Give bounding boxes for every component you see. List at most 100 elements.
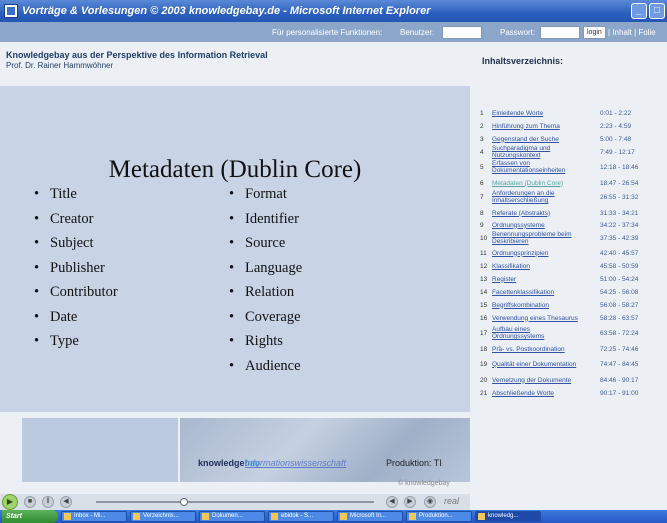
toc-item-number: 1	[480, 109, 484, 117]
lecture-title: Knowledgebay aus der Perspektive des Inf…	[6, 50, 268, 60]
rewind-button[interactable]: ◀	[60, 496, 72, 508]
informationswissenschaft-link[interactable]: Informationswissenschaft	[245, 458, 346, 468]
toc-item-time: 26:55 - 31:32	[600, 193, 639, 201]
taskbar-item[interactable]: Inbox - Mi...	[61, 511, 127, 522]
toc-item-number: 17	[480, 329, 488, 337]
taskbar-item-active[interactable]: knowledg...	[475, 511, 541, 522]
pause-button[interactable]: ‖	[42, 496, 54, 508]
username-input[interactable]	[442, 25, 482, 39]
password-input[interactable]	[540, 25, 580, 39]
toc-item-time: 37:35 - 42:39	[600, 234, 639, 242]
toc-item-time: 51:00 - 54:24	[600, 275, 639, 283]
toc-item-number: 19	[480, 360, 488, 368]
toc-item-time: 34:22 - 37:34	[600, 221, 639, 229]
taskbar-item[interactable]: Verzeichnis...	[130, 511, 196, 522]
minimize-button[interactable]: _	[631, 3, 647, 19]
taskbar: Start Inbox - Mi... Verzeichnis... Dokum…	[0, 510, 667, 523]
toc-item-link[interactable]: Ordnungssysteme	[492, 222, 582, 229]
toc-item-link[interactable]: Vernetzung der Dokumente	[492, 377, 582, 384]
toc-item-number: 14	[480, 288, 488, 296]
slide-bullet: Audience	[225, 354, 302, 379]
slide-bullet: Identifier	[225, 207, 302, 232]
taskbar-item[interactable]: ebidok - S...	[268, 511, 334, 522]
toc-item-time: 18:47 - 26:54	[600, 179, 639, 187]
toc-item-link[interactable]: Aufbau eines Ordnungssystems	[492, 326, 582, 340]
start-button[interactable]: Start	[2, 510, 58, 523]
slide-bullet: Creator	[30, 207, 118, 232]
toc-item-number: 8	[480, 209, 484, 217]
slide-bullet: Format	[225, 182, 302, 207]
seek-knob[interactable]	[180, 498, 188, 506]
toc-item-number: 4	[480, 148, 484, 156]
toc-item-time: 2:23 - 4:59	[600, 122, 632, 130]
toc-item-link[interactable]: Begriffskombination	[492, 302, 582, 309]
toc-item-link[interactable]: Facettenklassifikation	[492, 289, 582, 296]
slide-bullet: Rights	[225, 329, 302, 354]
ie-icon	[4, 4, 18, 18]
taskbar-item[interactable]: Produktion...	[406, 511, 472, 522]
toc-item-time: 5:00 - 7:48	[600, 135, 632, 143]
maximize-button[interactable]: □	[649, 3, 665, 19]
mute-button[interactable]: ◉	[424, 496, 436, 508]
slide-bullet: Type	[30, 329, 118, 354]
toc-item-number: 10	[480, 234, 488, 242]
toc-item-link[interactable]: Gegenstand der Suche	[492, 136, 582, 143]
brand-banner	[180, 418, 470, 482]
toc-item-link[interactable]: Anforderungen an die Inhaltserschließung	[492, 190, 582, 204]
toc-item-number: 3	[480, 135, 484, 143]
toc-item-link[interactable]: Suchparadigma und Nutzungskontext	[492, 145, 582, 159]
toc-item-link[interactable]: Erfassen von Dokumentationseinheiten	[492, 160, 582, 174]
toc-item-link[interactable]: Register	[492, 276, 582, 283]
video-thumbnail[interactable]	[22, 418, 178, 482]
toc-item-number: 7	[480, 193, 484, 201]
toc-item-time: 0:01 - 2:22	[600, 109, 632, 117]
slide-bullet: Contributor	[30, 280, 118, 305]
toc-item-link[interactable]: Hinführung zum Thema	[492, 123, 582, 130]
slide-bullet: Date	[30, 305, 118, 330]
login-button[interactable]: login	[583, 25, 606, 39]
taskbar-item[interactable]: Dokumen...	[199, 511, 265, 522]
toc-item-number: 15	[480, 301, 488, 309]
toc-item-time: 90:17 - 91:00	[600, 389, 639, 397]
toc-item-number: 13	[480, 275, 488, 283]
toc-item-number: 6	[480, 179, 484, 187]
slide-bullet: Language	[225, 256, 302, 281]
toc-item-number: 18	[480, 345, 488, 353]
slide-bullet: Subject	[30, 231, 118, 256]
toc-item-time: 72:25 - 74:46	[600, 345, 639, 353]
toc-item-link[interactable]: Qualität einer Dokumentation	[492, 361, 582, 368]
toc-item-link[interactable]: Referate (Abstrakts)	[492, 210, 582, 217]
stop-button[interactable]: ■	[24, 496, 36, 508]
taskbar-item[interactable]: Microsoft In...	[337, 511, 403, 522]
volume-up-button[interactable]: ▶	[404, 496, 416, 508]
toc-item-link[interactable]: Abschließende Worte	[492, 390, 582, 397]
toc-item-link[interactable]: Ordnungsprinzipien	[492, 250, 582, 257]
lecture-header: Knowledgebay aus der Perspektive des Inf…	[0, 42, 470, 82]
slide-bullet: Title	[30, 182, 118, 207]
window-title: Vorträge & Vorlesungen © 2003 knowledgeb…	[22, 5, 431, 17]
toc-item-link[interactable]: Metadaten (Dublin Core)	[492, 180, 582, 187]
slide-bullet: Publisher	[30, 256, 118, 281]
volume-down-button[interactable]: ◀	[386, 496, 398, 508]
toc-item-time: 58:28 - 63:57	[600, 314, 639, 322]
toc-item-link[interactable]: Benennungsprobleme beim Deskribieren	[492, 231, 582, 245]
seek-bar[interactable]	[96, 501, 374, 503]
toc-panel: Inhaltsverzeichnis: 1 Einleitende Worte 0:…	[470, 42, 667, 510]
brand-knowledge: knowledge	[198, 458, 245, 468]
lecture-author: Prof. Dr. Rainer Hammwöhner	[6, 61, 114, 70]
toc-item-time: 84:46 - 90:17	[600, 376, 639, 384]
play-icon[interactable]: ▶	[2, 494, 18, 510]
toc-item-number: 2	[480, 122, 484, 130]
toc-item-link[interactable]: Einleitende Worte	[492, 110, 582, 117]
toc-item-number: 9	[480, 221, 484, 229]
produktion-label: Produktion: TI	[386, 458, 442, 468]
slide-bullets-right: Format Identifier Source Language Relati…	[225, 182, 302, 378]
toc-item-time: 12:18 - 18:46	[600, 163, 639, 171]
real-logo: real	[444, 496, 460, 506]
toc-item-link[interactable]: Prä- vs. Postkoordination	[492, 346, 582, 353]
toc-item-link[interactable]: Klassifikation	[492, 263, 582, 270]
nav-links[interactable]: | Inhalt | Folie	[608, 28, 656, 37]
toc-item-number: 11	[480, 249, 487, 257]
toc-item-link[interactable]: Verwendung eines Thesaurus	[492, 315, 582, 322]
toc-heading: Inhaltsverzeichnis:	[482, 56, 564, 66]
